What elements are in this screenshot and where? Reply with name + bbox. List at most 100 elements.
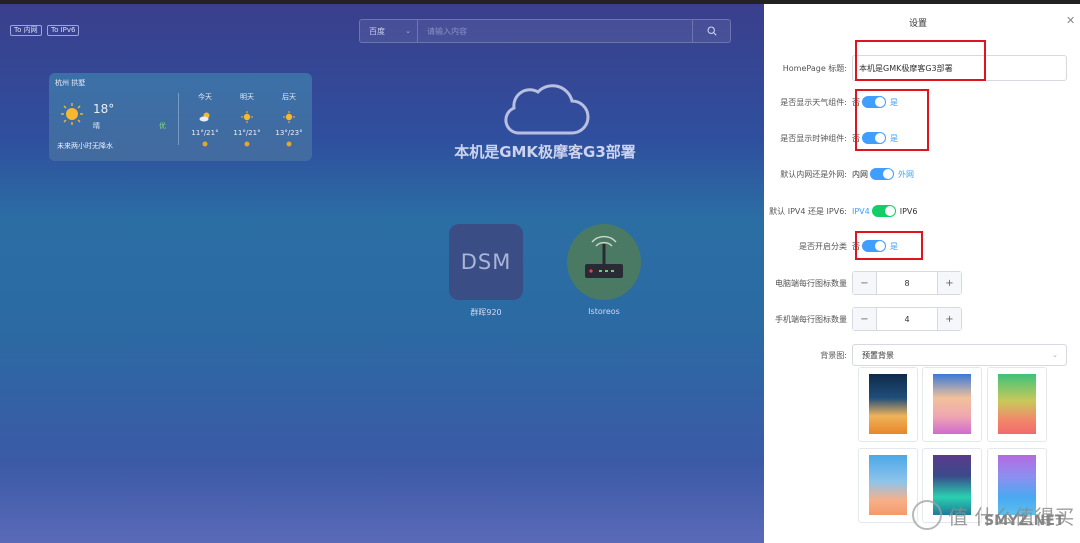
chevron-down-icon: ⌄ xyxy=(405,27,411,35)
background-row: 背景图: 预置背景 ⌄ xyxy=(764,344,1080,366)
app-icon-istoreos[interactable]: Istoreos xyxy=(566,224,642,316)
forecast-day: 明天 11°/21° xyxy=(227,92,267,147)
forecast-day-range: 13°/23° xyxy=(275,129,303,137)
sun-icon xyxy=(283,111,295,123)
categories-switch[interactable]: 否 是 xyxy=(852,240,898,252)
search-input[interactable] xyxy=(418,20,692,42)
mobile-icons-label: 手机端每行图标数量 xyxy=(775,314,847,324)
weather-city: 杭州 拱墅 xyxy=(55,79,86,87)
precipitation-tip: 未来两小时无降水 xyxy=(57,142,113,150)
watermark-logo-icon xyxy=(912,500,942,530)
background-preview xyxy=(998,374,1036,434)
increment-button[interactable]: + xyxy=(937,272,961,294)
categories-label: 是否开启分类 xyxy=(799,241,847,251)
weather-divider xyxy=(178,93,179,145)
settings-title: 设置 xyxy=(908,19,927,29)
router-icon xyxy=(567,224,641,300)
forecast-night-icon xyxy=(286,141,292,147)
weather-widget-label: 是否显示天气组件: xyxy=(780,97,847,107)
desktop-icons-row: 电脑端每行图标数量 − 8 + xyxy=(764,271,1080,295)
network-mode-switch[interactable]: 内网 外网 xyxy=(852,168,914,180)
forecast-day-label: 后天 xyxy=(282,93,296,101)
ip-mode-label: 默认 IPV4 还是 IPV6: xyxy=(769,206,847,216)
decrement-button[interactable]: − xyxy=(853,308,877,330)
sun-icon xyxy=(241,111,253,123)
clock-widget-row: 是否显示时钟组件: 否 是 xyxy=(764,127,1080,149)
toggle-switch[interactable] xyxy=(862,132,886,144)
weather-widget-row: 是否显示天气组件: 否 是 xyxy=(764,91,1080,113)
to-ipv6-button[interactable]: To IPv6 xyxy=(47,25,80,36)
toggle-switch[interactable] xyxy=(862,240,886,252)
forecast-day-range: 11°/21° xyxy=(191,129,219,137)
weather-widget: 杭州 拱墅 18° 晴 优 未来两小时无降水 今天 11°/21° 明天 11°… xyxy=(49,73,312,161)
switch-on-label: 是 xyxy=(890,241,898,251)
forecast-day: 后天 13°/23° xyxy=(269,92,309,147)
to-intranet-button[interactable]: To 内网 xyxy=(10,25,42,36)
homepage-title-input[interactable]: 本机是GMK极摩客G3部署 xyxy=(852,55,1067,81)
toggle-switch[interactable] xyxy=(862,96,886,108)
background-option[interactable] xyxy=(987,367,1047,442)
stepper-value[interactable]: 4 xyxy=(877,308,937,330)
ip-mode-switch[interactable]: IPV4 IPV6 xyxy=(852,205,918,217)
switch-off-label: 否 xyxy=(852,241,860,251)
weather-widget-switch[interactable]: 否 是 xyxy=(852,96,898,108)
background-select-value: 预置背景 xyxy=(862,350,894,360)
homepage-title-label: HomePage 标题: xyxy=(782,63,847,73)
forecast-day: 今天 11°/21° xyxy=(185,92,225,147)
search-button[interactable] xyxy=(692,20,730,42)
switch-off-label: 否 xyxy=(852,97,860,107)
partly-cloudy-icon xyxy=(199,112,210,122)
air-quality-badge: 优 xyxy=(159,122,166,130)
app-label: Istoreos xyxy=(588,307,620,316)
watermark: 值 什么值得买 SMYZ.NET xyxy=(912,500,1074,530)
forecast-day-range: 11°/21° xyxy=(233,129,261,137)
forecast-day-label: 今天 xyxy=(198,93,212,101)
homepage-desktop: To 内网 To IPv6 百度 ⌄ 杭州 拱墅 18° 晴 优 未来两小时无降… xyxy=(0,4,764,543)
background-option[interactable] xyxy=(922,367,982,442)
background-option[interactable] xyxy=(858,367,918,442)
switch-off-label: 否 xyxy=(852,133,860,143)
sun-icon xyxy=(61,103,83,125)
watermark-site: SMYZ.NET xyxy=(984,513,1065,529)
forecast-night-icon xyxy=(202,141,208,147)
weather-temperature: 18° xyxy=(93,102,115,116)
clock-widget-label: 是否显示时钟组件: xyxy=(780,133,847,143)
switch-on-label: 是 xyxy=(890,97,898,107)
background-option[interactable] xyxy=(858,448,918,523)
cloud-logo-icon xyxy=(504,84,590,135)
toggle-switch[interactable] xyxy=(871,205,896,217)
close-icon[interactable]: ✕ xyxy=(1066,14,1075,27)
background-label: 背景图: xyxy=(820,350,847,360)
homepage-title-row: HomePage 标题: 本机是GMK极摩客G3部署 xyxy=(764,55,1080,81)
switch-off-label: 内网 xyxy=(852,169,868,179)
search-engine-select[interactable]: 百度 ⌄ xyxy=(360,20,418,42)
decrement-button[interactable]: − xyxy=(853,272,877,294)
background-select[interactable]: 预置背景 ⌄ xyxy=(852,344,1067,366)
categories-row: 是否开启分类 否 是 xyxy=(764,235,1080,257)
search-engine-label: 百度 xyxy=(369,26,385,36)
switch-on-label: 是 xyxy=(890,133,898,143)
search-bar: 百度 ⌄ xyxy=(359,19,731,43)
network-mode-label: 默认内网还是外网: xyxy=(780,169,847,179)
search-icon xyxy=(706,26,717,36)
switch-on-label: 外网 xyxy=(898,169,914,179)
stepper-value[interactable]: 8 xyxy=(877,272,937,294)
desktop-icons-stepper: − 8 + xyxy=(852,271,962,295)
app-label: 群晖920 xyxy=(470,308,502,317)
app-icon-dsm[interactable]: DSM 群晖920 xyxy=(448,224,524,318)
settings-drawer: 设置 ✕ HomePage 标题: 本机是GMK极摩客G3部署 是否显示天气组件… xyxy=(764,4,1080,543)
background-preview xyxy=(933,374,971,434)
toggle-switch[interactable] xyxy=(870,168,894,180)
mobile-icons-row: 手机端每行图标数量 − 4 + xyxy=(764,307,1080,331)
switch-on-label: IPV6 xyxy=(899,206,918,216)
forecast-day-label: 明天 xyxy=(240,93,254,101)
ip-mode-row: 默认 IPV4 还是 IPV6: IPV4 IPV6 xyxy=(764,200,1080,222)
switch-off-label: IPV4 xyxy=(852,206,870,216)
network-mode-row: 默认内网还是外网: 内网 外网 xyxy=(764,163,1080,185)
forecast-night-icon xyxy=(244,141,250,147)
background-preview xyxy=(869,455,907,515)
weather-condition: 晴 xyxy=(93,122,100,130)
clock-widget-switch[interactable]: 否 是 xyxy=(852,132,898,144)
increment-button[interactable]: + xyxy=(937,308,961,330)
chevron-down-icon: ⌄ xyxy=(1052,351,1058,359)
